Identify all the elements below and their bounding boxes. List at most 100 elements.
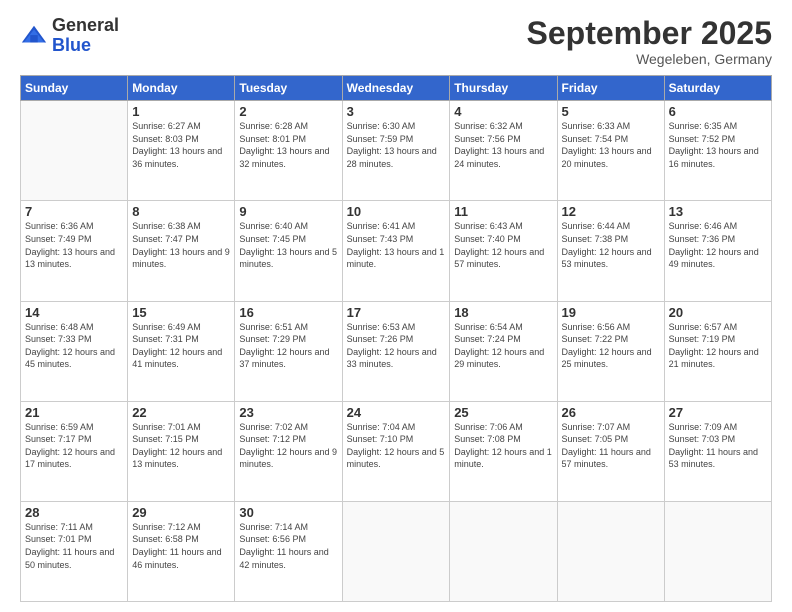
day-number: 4 bbox=[454, 104, 552, 119]
day-info: Sunrise: 6:48 AMSunset: 7:33 PMDaylight:… bbox=[25, 321, 123, 371]
cell-w3-d2: 15Sunrise: 6:49 AMSunset: 7:31 PMDayligh… bbox=[128, 301, 235, 401]
day-info: Sunrise: 7:06 AMSunset: 7:08 PMDaylight:… bbox=[454, 421, 552, 471]
calendar-body: 1Sunrise: 6:27 AMSunset: 8:03 PMDaylight… bbox=[21, 101, 772, 602]
day-number: 17 bbox=[347, 305, 446, 320]
day-info: Sunrise: 6:35 AMSunset: 7:52 PMDaylight:… bbox=[669, 120, 767, 170]
cell-w1-d3: 2Sunrise: 6:28 AMSunset: 8:01 PMDaylight… bbox=[235, 101, 342, 201]
cell-w5-d4 bbox=[342, 501, 450, 601]
day-number: 18 bbox=[454, 305, 552, 320]
day-number: 10 bbox=[347, 204, 446, 219]
day-info: Sunrise: 6:43 AMSunset: 7:40 PMDaylight:… bbox=[454, 220, 552, 270]
header: General Blue September 2025 Wegeleben, G… bbox=[20, 16, 772, 67]
cell-w1-d4: 3Sunrise: 6:30 AMSunset: 7:59 PMDaylight… bbox=[342, 101, 450, 201]
day-number: 26 bbox=[562, 405, 660, 420]
cell-w5-d5 bbox=[450, 501, 557, 601]
cell-w4-d1: 21Sunrise: 6:59 AMSunset: 7:17 PMDayligh… bbox=[21, 401, 128, 501]
day-number: 6 bbox=[669, 104, 767, 119]
day-number: 9 bbox=[239, 204, 337, 219]
day-number: 24 bbox=[347, 405, 446, 420]
calendar: Sunday Monday Tuesday Wednesday Thursday… bbox=[20, 75, 772, 602]
logo-icon bbox=[20, 22, 48, 50]
day-info: Sunrise: 7:14 AMSunset: 6:56 PMDaylight:… bbox=[239, 521, 337, 571]
day-number: 1 bbox=[132, 104, 230, 119]
day-info: Sunrise: 6:32 AMSunset: 7:56 PMDaylight:… bbox=[454, 120, 552, 170]
day-info: Sunrise: 6:54 AMSunset: 7:24 PMDaylight:… bbox=[454, 321, 552, 371]
day-info: Sunrise: 7:12 AMSunset: 6:58 PMDaylight:… bbox=[132, 521, 230, 571]
day-info: Sunrise: 6:46 AMSunset: 7:36 PMDaylight:… bbox=[669, 220, 767, 270]
day-number: 25 bbox=[454, 405, 552, 420]
day-number: 13 bbox=[669, 204, 767, 219]
week-row-5: 28Sunrise: 7:11 AMSunset: 7:01 PMDayligh… bbox=[21, 501, 772, 601]
logo-text: General Blue bbox=[52, 16, 119, 56]
day-info: Sunrise: 7:02 AMSunset: 7:12 PMDaylight:… bbox=[239, 421, 337, 471]
day-number: 20 bbox=[669, 305, 767, 320]
day-info: Sunrise: 6:27 AMSunset: 8:03 PMDaylight:… bbox=[132, 120, 230, 170]
day-info: Sunrise: 6:28 AMSunset: 8:01 PMDaylight:… bbox=[239, 120, 337, 170]
day-info: Sunrise: 7:11 AMSunset: 7:01 PMDaylight:… bbox=[25, 521, 123, 571]
cell-w1-d2: 1Sunrise: 6:27 AMSunset: 8:03 PMDaylight… bbox=[128, 101, 235, 201]
day-number: 5 bbox=[562, 104, 660, 119]
day-info: Sunrise: 6:33 AMSunset: 7:54 PMDaylight:… bbox=[562, 120, 660, 170]
col-sunday: Sunday bbox=[21, 76, 128, 101]
day-number: 27 bbox=[669, 405, 767, 420]
day-number: 7 bbox=[25, 204, 123, 219]
cell-w5-d6 bbox=[557, 501, 664, 601]
logo-general-text: General bbox=[52, 16, 119, 36]
cell-w2-d3: 9Sunrise: 6:40 AMSunset: 7:45 PMDaylight… bbox=[235, 201, 342, 301]
cell-w3-d4: 17Sunrise: 6:53 AMSunset: 7:26 PMDayligh… bbox=[342, 301, 450, 401]
week-row-2: 7Sunrise: 6:36 AMSunset: 7:49 PMDaylight… bbox=[21, 201, 772, 301]
day-info: Sunrise: 6:56 AMSunset: 7:22 PMDaylight:… bbox=[562, 321, 660, 371]
logo-blue-text: Blue bbox=[52, 36, 119, 56]
day-info: Sunrise: 7:09 AMSunset: 7:03 PMDaylight:… bbox=[669, 421, 767, 471]
day-number: 11 bbox=[454, 204, 552, 219]
day-info: Sunrise: 7:04 AMSunset: 7:10 PMDaylight:… bbox=[347, 421, 446, 471]
day-number: 14 bbox=[25, 305, 123, 320]
cell-w3-d3: 16Sunrise: 6:51 AMSunset: 7:29 PMDayligh… bbox=[235, 301, 342, 401]
col-wednesday: Wednesday bbox=[342, 76, 450, 101]
cell-w4-d5: 25Sunrise: 7:06 AMSunset: 7:08 PMDayligh… bbox=[450, 401, 557, 501]
calendar-header: Sunday Monday Tuesday Wednesday Thursday… bbox=[21, 76, 772, 101]
day-info: Sunrise: 6:44 AMSunset: 7:38 PMDaylight:… bbox=[562, 220, 660, 270]
day-info: Sunrise: 6:49 AMSunset: 7:31 PMDaylight:… bbox=[132, 321, 230, 371]
day-number: 8 bbox=[132, 204, 230, 219]
cell-w4-d7: 27Sunrise: 7:09 AMSunset: 7:03 PMDayligh… bbox=[664, 401, 771, 501]
cell-w2-d2: 8Sunrise: 6:38 AMSunset: 7:47 PMDaylight… bbox=[128, 201, 235, 301]
cell-w5-d1: 28Sunrise: 7:11 AMSunset: 7:01 PMDayligh… bbox=[21, 501, 128, 601]
day-info: Sunrise: 6:40 AMSunset: 7:45 PMDaylight:… bbox=[239, 220, 337, 270]
day-number: 3 bbox=[347, 104, 446, 119]
week-row-4: 21Sunrise: 6:59 AMSunset: 7:17 PMDayligh… bbox=[21, 401, 772, 501]
cell-w2-d1: 7Sunrise: 6:36 AMSunset: 7:49 PMDaylight… bbox=[21, 201, 128, 301]
cell-w5-d3: 30Sunrise: 7:14 AMSunset: 6:56 PMDayligh… bbox=[235, 501, 342, 601]
page: General Blue September 2025 Wegeleben, G… bbox=[0, 0, 792, 612]
cell-w5-d7 bbox=[664, 501, 771, 601]
day-number: 22 bbox=[132, 405, 230, 420]
day-info: Sunrise: 7:01 AMSunset: 7:15 PMDaylight:… bbox=[132, 421, 230, 471]
cell-w4-d3: 23Sunrise: 7:02 AMSunset: 7:12 PMDayligh… bbox=[235, 401, 342, 501]
cell-w2-d7: 13Sunrise: 6:46 AMSunset: 7:36 PMDayligh… bbox=[664, 201, 771, 301]
header-row: Sunday Monday Tuesday Wednesday Thursday… bbox=[21, 76, 772, 101]
week-row-1: 1Sunrise: 6:27 AMSunset: 8:03 PMDaylight… bbox=[21, 101, 772, 201]
day-info: Sunrise: 6:53 AMSunset: 7:26 PMDaylight:… bbox=[347, 321, 446, 371]
day-number: 16 bbox=[239, 305, 337, 320]
day-number: 2 bbox=[239, 104, 337, 119]
cell-w3-d1: 14Sunrise: 6:48 AMSunset: 7:33 PMDayligh… bbox=[21, 301, 128, 401]
col-monday: Monday bbox=[128, 76, 235, 101]
day-number: 15 bbox=[132, 305, 230, 320]
col-tuesday: Tuesday bbox=[235, 76, 342, 101]
day-number: 28 bbox=[25, 505, 123, 520]
location-subtitle: Wegeleben, Germany bbox=[527, 51, 772, 67]
cell-w1-d5: 4Sunrise: 6:32 AMSunset: 7:56 PMDaylight… bbox=[450, 101, 557, 201]
cell-w2-d6: 12Sunrise: 6:44 AMSunset: 7:38 PMDayligh… bbox=[557, 201, 664, 301]
cell-w3-d5: 18Sunrise: 6:54 AMSunset: 7:24 PMDayligh… bbox=[450, 301, 557, 401]
cell-w1-d6: 5Sunrise: 6:33 AMSunset: 7:54 PMDaylight… bbox=[557, 101, 664, 201]
day-number: 19 bbox=[562, 305, 660, 320]
col-friday: Friday bbox=[557, 76, 664, 101]
day-number: 23 bbox=[239, 405, 337, 420]
cell-w4-d6: 26Sunrise: 7:07 AMSunset: 7:05 PMDayligh… bbox=[557, 401, 664, 501]
day-number: 12 bbox=[562, 204, 660, 219]
cell-w4-d2: 22Sunrise: 7:01 AMSunset: 7:15 PMDayligh… bbox=[128, 401, 235, 501]
day-info: Sunrise: 6:41 AMSunset: 7:43 PMDaylight:… bbox=[347, 220, 446, 270]
cell-w4-d4: 24Sunrise: 7:04 AMSunset: 7:10 PMDayligh… bbox=[342, 401, 450, 501]
cell-w3-d6: 19Sunrise: 6:56 AMSunset: 7:22 PMDayligh… bbox=[557, 301, 664, 401]
col-thursday: Thursday bbox=[450, 76, 557, 101]
